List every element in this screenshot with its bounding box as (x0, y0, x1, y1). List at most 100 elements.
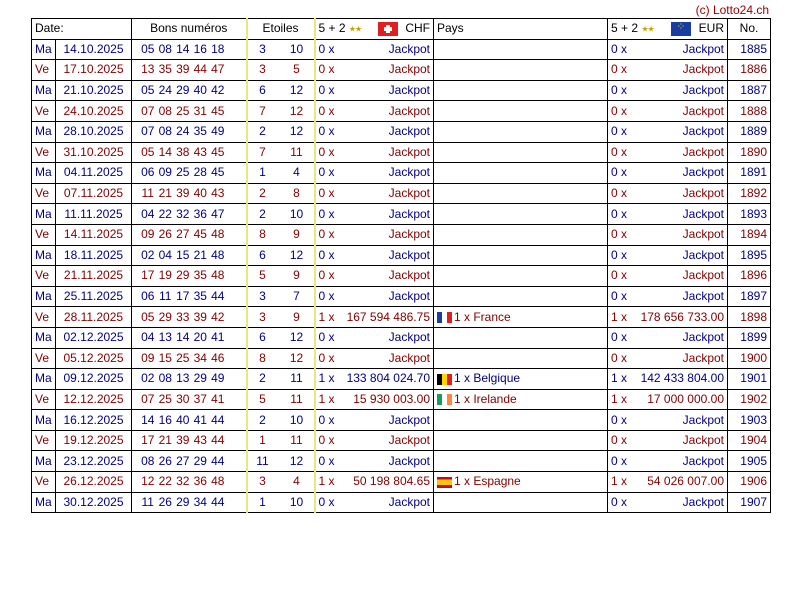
chf-winner-count: 1 x (318, 371, 335, 386)
ball-number: 44 (211, 494, 225, 509)
ball-number: 17 (141, 433, 155, 448)
draw-row: Ma 23.12.2025 08 26 27 29 44 11 12 0 x Jackpot 0 x J… (31, 450, 771, 473)
eur-jackpot: 0 x Jackpot (607, 141, 728, 164)
ball-number: 04 (158, 247, 172, 262)
star-numbers: 28 (245, 182, 316, 205)
main-numbers: 12 22 32 36 48 (131, 471, 247, 493)
star-number: 8 (293, 186, 300, 201)
draw-date: 19.12.2025 (55, 429, 132, 452)
eur-amount: 17 000 000.00 (647, 391, 724, 406)
ball-number: 17 (141, 268, 155, 283)
ball-number: 20 (193, 330, 207, 345)
ball-number: 34 (193, 350, 207, 365)
chf-winner-count: 1 x (318, 391, 335, 406)
draw-row: Ve 05.12.2025 09 15 25 34 46 8 12 0 x Jackpot 0 x Ja… (31, 347, 771, 370)
results-table: Date: Bons numéros Etoiles 5 + 2 ★★ CHF … (31, 18, 771, 514)
eur-amount: Jackpot (682, 186, 724, 201)
eur-amount: Jackpot (682, 103, 724, 118)
draw-date: 16.12.2025 (55, 409, 132, 431)
chf-winner-count: 0 x (318, 206, 335, 221)
star-number: 3 (259, 309, 266, 324)
country-name: 1 x Belgique (454, 371, 521, 386)
draw-date: 21.10.2025 (55, 79, 132, 102)
ball-number: 29 (176, 494, 190, 509)
chf-jackpot: 0 x Jackpot (314, 244, 434, 267)
draw-number: 1893 (727, 203, 771, 225)
ball-number: 07 (141, 103, 155, 118)
eur-jackpot: 1 x 142 433 804.00 (607, 368, 728, 390)
main-numbers: 07 08 25 31 45 (131, 100, 247, 122)
eur-amount: Jackpot (682, 124, 724, 139)
winner-country (433, 347, 608, 370)
winner-country (433, 409, 608, 431)
star-number: 1 (259, 433, 266, 448)
draw-row: Ma 28.10.2025 07 08 24 35 49 2 12 0 x Jackpot 0 x Ja… (31, 120, 771, 143)
ball-number: 44 (211, 433, 225, 448)
ball-number: 21 (158, 186, 172, 201)
ball-number: 13 (158, 330, 172, 345)
draw-row: Ma 30.12.2025 11 26 29 34 44 1 10 0 x Jackpot 0 x Ja… (31, 491, 771, 514)
ball-number: 48 (211, 247, 225, 262)
ball-number: 39 (176, 433, 190, 448)
winner-country (433, 265, 608, 287)
eur-winner-count: 1 x (611, 371, 628, 386)
draw-number: 1906 (727, 471, 771, 493)
chf-winner-count: 0 x (318, 268, 335, 283)
draw-number: 1888 (727, 100, 771, 122)
draw-row: Ve 28.11.2025 05 29 33 39 42 3 9 1 x 167 594 486.7… (31, 306, 771, 328)
main-numbers: 07 25 30 37 41 (131, 388, 247, 411)
ball-number: 49 (211, 124, 225, 139)
chf-jackpot: 0 x Jackpot (314, 409, 434, 431)
eur-winner-count: 0 x (611, 453, 628, 468)
star-number: 5 (293, 62, 300, 77)
eur-jackpot: 0 x Jackpot (607, 38, 728, 61)
header-no: No. (727, 18, 771, 40)
chf-amount: Jackpot (388, 83, 430, 98)
chf-jackpot: 0 x Jackpot (314, 203, 434, 225)
ball-number: 48 (211, 474, 225, 489)
winner-country (433, 491, 608, 514)
star-numbers: 39 (245, 306, 316, 328)
star-number: 7 (259, 103, 266, 118)
main-numbers: 07 08 24 35 49 (131, 120, 247, 143)
ball-number: 14 (158, 144, 172, 159)
draw-row: Ma 04.11.2025 06 09 25 28 45 1 4 0 x Jackpot 0 x Jac… (31, 162, 771, 184)
draw-number: 1900 (727, 347, 771, 370)
eur-jackpot: 0 x Jackpot (607, 182, 728, 205)
winner-country: 1 x Espagne (433, 471, 608, 493)
star-number: 4 (293, 165, 300, 180)
ball-number: 17 (176, 289, 190, 304)
chf-jackpot: 0 x Jackpot (314, 141, 434, 164)
country-name: 1 x Irelande (454, 391, 517, 406)
star-number: 2 (259, 206, 266, 221)
draw-number: 1890 (727, 141, 771, 164)
star-numbers: 89 (245, 223, 316, 246)
draw-row: Ve 31.10.2025 05 14 38 43 45 7 11 0 x Jackpot 0 x Ja… (31, 141, 771, 164)
draw-date: 05.12.2025 (55, 347, 132, 370)
chf-winner-count: 1 x (318, 309, 335, 324)
ball-number: 42 (211, 309, 225, 324)
draw-number: 1904 (727, 429, 771, 452)
star-numbers: 2 10 (245, 203, 316, 225)
star-number: 12 (289, 350, 304, 365)
ball-number: 14 (141, 412, 155, 427)
weekday: Ve (31, 100, 56, 122)
winner-country (433, 223, 608, 246)
country-name: 1 x Espagne (454, 474, 521, 489)
draw-date: 28.10.2025 (55, 120, 132, 143)
star-number: 3 (259, 474, 266, 489)
star-number: 3 (259, 62, 266, 77)
draw-row: Ma 16.12.2025 14 16 40 41 44 2 10 0 x Jackpot 0 x Ja… (31, 409, 771, 431)
ball-number: 21 (193, 247, 207, 262)
draw-date: 26.12.2025 (55, 471, 132, 493)
stars-icon: ★★ (641, 24, 654, 34)
ball-number: 36 (193, 474, 207, 489)
star-number: 8 (259, 227, 266, 242)
chf-winner-count: 0 x (318, 227, 335, 242)
eur-amount: Jackpot (682, 433, 724, 448)
star-number: 11 (290, 433, 303, 448)
main-numbers: 09 26 27 45 48 (131, 223, 247, 246)
winner-country (433, 79, 608, 102)
eur-winner-count: 0 x (611, 268, 628, 283)
eur-winner-count: 0 x (611, 144, 628, 159)
